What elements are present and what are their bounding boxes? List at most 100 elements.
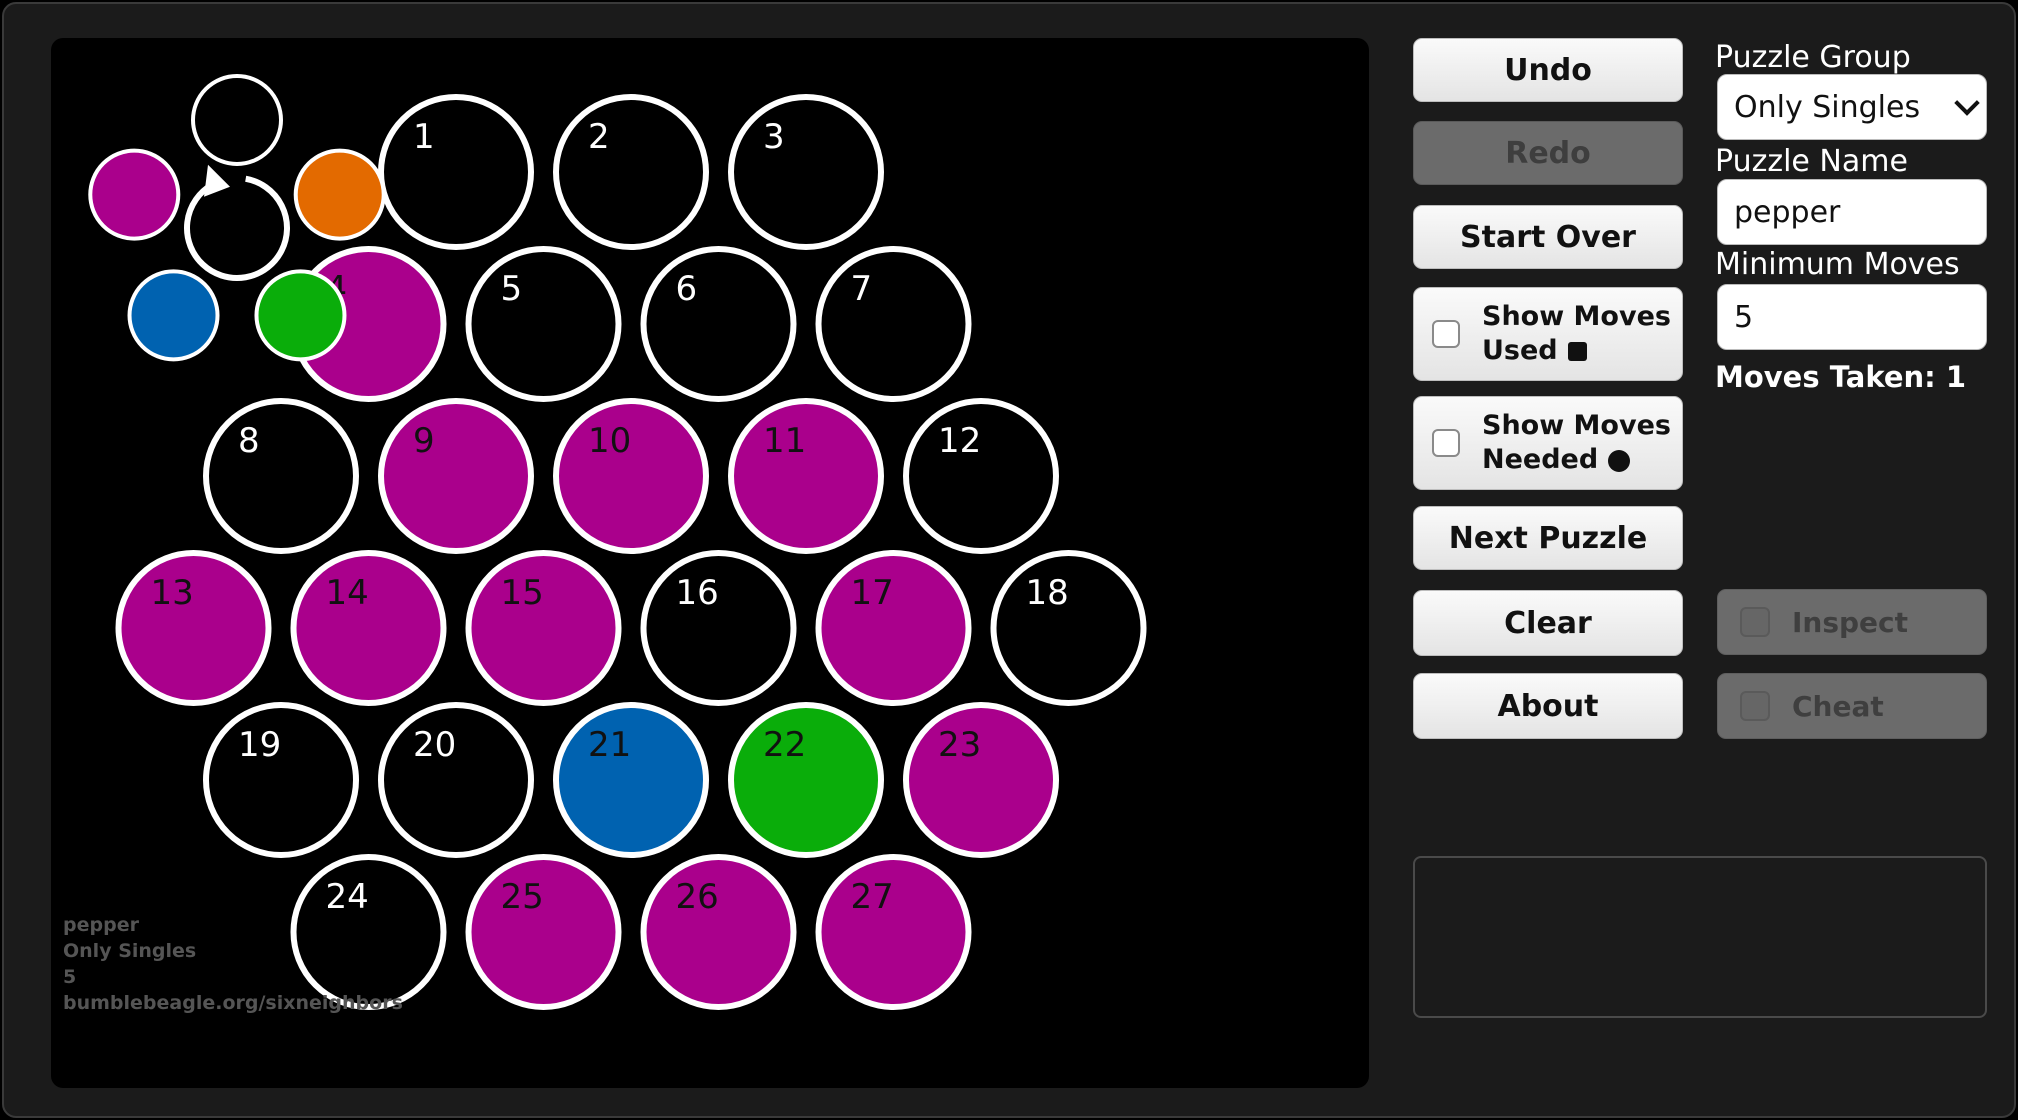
palette-color-green[interactable] [254, 269, 347, 362]
cell-number: 27 [851, 877, 894, 917]
board-cell[interactable]: 9 [378, 398, 534, 554]
cell-number: 26 [676, 877, 719, 917]
cell-number: 8 [238, 421, 260, 461]
cell-circle[interactable] [378, 94, 534, 250]
inspect-label: Inspect [1792, 605, 1909, 639]
board-cell[interactable]: 26 [640, 854, 797, 1010]
cell-number: 11 [763, 421, 806, 461]
board-cell[interactable]: 3 [728, 94, 884, 250]
cell-number: 5 [501, 269, 523, 309]
cell-circle[interactable] [378, 398, 534, 554]
info-site: bumblebeagle.org/sixneighbors [63, 992, 403, 1014]
inspect-toggle[interactable]: Inspect [1717, 589, 1987, 655]
board-cell[interactable]: 19 [203, 702, 359, 858]
cell-number: 21 [588, 725, 631, 765]
cell-number: 23 [938, 725, 981, 765]
undo-button[interactable]: Undo [1413, 38, 1683, 102]
board-cell[interactable]: 12 [903, 398, 1059, 554]
palette-color-magenta[interactable] [88, 148, 181, 241]
board-cell[interactable]: 20 [378, 702, 534, 858]
clear-button[interactable]: Clear [1413, 590, 1683, 656]
cell-number: 9 [413, 421, 435, 461]
game-board: 1234567891011121314151617181920212223242… [51, 38, 1369, 1088]
board-cell[interactable]: 13 [115, 550, 272, 706]
minimum-moves-label: Minimum Moves [1715, 247, 1960, 282]
board-cell[interactable]: 10 [553, 398, 709, 554]
show-moves-used-label-line1: Show Moves [1482, 301, 1671, 332]
cell-number: 19 [238, 725, 281, 765]
board-cell[interactable]: 16 [640, 550, 797, 706]
palette-color-empty[interactable] [191, 74, 283, 166]
board-cell[interactable]: 1 [378, 94, 534, 250]
message-area [1413, 856, 1987, 1018]
cell-number: 17 [851, 573, 894, 613]
rotate-arrow-head [204, 164, 230, 197]
chevron-down-icon [1954, 90, 1980, 116]
next-puzzle-button[interactable]: Next Puzzle [1413, 506, 1683, 570]
info-puzzle-group: Only Singles [63, 940, 197, 962]
cell-number: 3 [763, 117, 785, 157]
board-cell[interactable]: 5 [465, 246, 622, 402]
palette-color-blue[interactable] [127, 269, 220, 362]
inspect-checkbox[interactable] [1740, 607, 1770, 637]
board-cell[interactable]: 25 [465, 854, 622, 1010]
show-moves-used-checkbox[interactable] [1432, 320, 1460, 348]
cell-number: 24 [326, 877, 369, 917]
show-moves-needed-label-line2: Needed [1482, 444, 1599, 475]
show-moves-needed-label-line1: Show Moves [1482, 410, 1671, 441]
cell-number: 1 [413, 117, 435, 157]
puzzle-group-label: Puzzle Group [1715, 40, 1911, 75]
cheat-checkbox[interactable] [1740, 691, 1770, 721]
board-cell[interactable]: 27 [815, 854, 972, 1010]
puzzle-group-select[interactable]: Only Singles [1717, 74, 1987, 140]
board-cell[interactable]: 18 [990, 550, 1147, 706]
board-cell[interactable]: 11 [728, 398, 884, 554]
start-over-button[interactable]: Start Over [1413, 205, 1683, 269]
puzzle-name-input[interactable]: pepper [1717, 179, 1987, 245]
cell-number: 13 [151, 573, 194, 613]
cell-circle[interactable] [640, 246, 797, 402]
cell-number: 12 [938, 421, 981, 461]
board-cell[interactable]: 8 [203, 398, 359, 554]
puzzle-group-value: Only Singles [1734, 89, 1921, 125]
puzzle-name-label: Puzzle Name [1715, 144, 1908, 179]
cell-number: 22 [763, 725, 806, 765]
about-button[interactable]: About [1413, 673, 1683, 739]
cell-circle[interactable] [553, 94, 709, 250]
show-moves-used-toggle[interactable]: Show Moves Used [1413, 287, 1683, 381]
minimum-moves-input[interactable]: 5 [1717, 284, 1987, 350]
board-cell[interactable]: 17 [815, 550, 972, 706]
show-moves-used-label-line2: Used [1482, 335, 1558, 366]
rotate-arrow-icon[interactable] [184, 164, 290, 281]
cell-number: 20 [413, 725, 456, 765]
dot-marker-icon [1608, 449, 1631, 472]
board-cell[interactable]: 15 [465, 550, 622, 706]
cheat-toggle[interactable]: Cheat [1717, 673, 1987, 739]
board-cell[interactable]: 2 [553, 94, 709, 250]
board-cell[interactable]: 21 [553, 702, 709, 858]
board-cell[interactable]: 7 [815, 246, 972, 402]
cell-number: 10 [588, 421, 631, 461]
cell-circle[interactable] [465, 246, 622, 402]
show-moves-needed-checkbox[interactable] [1432, 429, 1460, 457]
board-cell[interactable]: 6 [640, 246, 797, 402]
cell-circle[interactable] [203, 398, 359, 554]
rotate-arrow-arc [184, 175, 290, 281]
board-cell[interactable]: 22 [728, 702, 884, 858]
cell-number: 7 [851, 269, 873, 309]
info-puzzle-name: pepper [63, 914, 139, 936]
cell-circle[interactable] [728, 94, 884, 250]
square-marker-icon [1567, 342, 1587, 361]
cheat-label: Cheat [1792, 689, 1884, 723]
cell-number: 25 [501, 877, 544, 917]
board-cell[interactable]: 14 [290, 550, 447, 706]
board-cell[interactable]: 23 [903, 702, 1059, 858]
show-moves-needed-toggle[interactable]: Show Moves Needed [1413, 396, 1683, 490]
cell-number: 2 [588, 117, 610, 157]
cell-circle[interactable] [815, 246, 972, 402]
info-min-moves: 5 [63, 966, 77, 988]
cell-number: 14 [326, 573, 369, 613]
cell-number: 6 [676, 269, 698, 309]
palette-color-orange[interactable] [293, 148, 386, 241]
redo-button[interactable]: Redo [1413, 121, 1683, 185]
